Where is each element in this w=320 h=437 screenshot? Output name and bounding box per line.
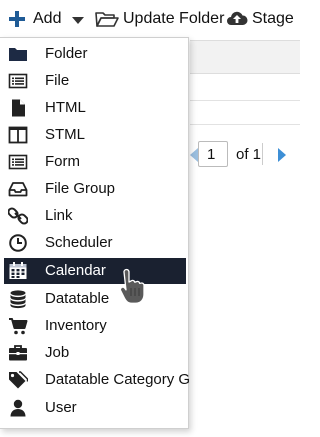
cloud-upload-icon bbox=[226, 9, 248, 27]
database-icon bbox=[8, 289, 28, 309]
stml-columns-icon bbox=[8, 125, 28, 145]
menu-item-link[interactable]: Link bbox=[4, 203, 186, 229]
caret-down-icon[interactable] bbox=[72, 17, 84, 24]
plus-icon bbox=[9, 11, 25, 27]
menu-item-label: Form bbox=[45, 153, 80, 170]
menu-item-datatable[interactable]: Datatable bbox=[4, 286, 186, 312]
cart-icon bbox=[8, 316, 28, 336]
menu-item-datatable-category[interactable]: Datatable Category G bbox=[4, 367, 190, 393]
pagination: of 1 bbox=[190, 140, 300, 170]
menu-item-calendar[interactable]: Calendar bbox=[4, 258, 186, 284]
prev-page-icon[interactable] bbox=[190, 148, 198, 162]
divider bbox=[262, 143, 263, 165]
menu-item-file[interactable]: File bbox=[4, 68, 186, 94]
folder-open-icon bbox=[95, 10, 119, 28]
menu-item-label: File bbox=[45, 72, 70, 89]
page-number-input[interactable] bbox=[198, 141, 228, 167]
tags-icon bbox=[8, 370, 28, 390]
menu-item-stml[interactable]: STML bbox=[4, 122, 186, 148]
inbox-tray-icon bbox=[8, 179, 28, 199]
menu-item-label: Calendar bbox=[45, 262, 106, 279]
menu-item-label: HTML bbox=[45, 99, 86, 116]
link-icon bbox=[8, 206, 28, 226]
menu-item-label: Job bbox=[45, 344, 70, 361]
calendar-icon bbox=[8, 261, 28, 281]
menu-item-label: Datatable bbox=[45, 290, 110, 307]
menu-item-file-group[interactable]: File Group bbox=[4, 176, 186, 202]
menu-item-label: User bbox=[45, 399, 77, 416]
add-label: Add bbox=[33, 10, 62, 27]
hand-cursor-icon bbox=[116, 266, 146, 306]
page-count: of 1 bbox=[236, 146, 262, 163]
menu-item-label: Folder bbox=[45, 45, 88, 62]
folder-icon bbox=[8, 44, 28, 64]
menu-item-form[interactable]: Form bbox=[4, 149, 186, 175]
menu-item-label: File Group bbox=[45, 180, 116, 197]
briefcase-icon bbox=[8, 343, 28, 363]
divider bbox=[190, 124, 300, 125]
menu-item-label: Scheduler bbox=[45, 234, 113, 251]
form-icon bbox=[8, 152, 28, 172]
toolbar: Add Update Folder Stage bbox=[0, 0, 300, 38]
menu-item-html[interactable]: HTML bbox=[4, 95, 186, 121]
menu-item-user[interactable]: User bbox=[4, 395, 186, 421]
menu-item-label: Inventory bbox=[45, 317, 107, 334]
update-folder-label: Update Folder bbox=[123, 10, 225, 27]
table-header bbox=[190, 40, 300, 74]
next-page-icon[interactable] bbox=[278, 148, 286, 162]
menu-item-job[interactable]: Job bbox=[4, 340, 186, 366]
menu-item-label: Datatable Category G bbox=[45, 371, 191, 388]
clock-icon bbox=[8, 233, 28, 253]
divider bbox=[190, 100, 300, 101]
user-icon bbox=[8, 398, 28, 418]
menu-item-label: Link bbox=[45, 207, 73, 224]
add-dropdown-menu: Folder File HTML STML Form File Group Li… bbox=[0, 37, 190, 429]
menu-item-label: STML bbox=[45, 126, 86, 143]
html-page-icon bbox=[8, 98, 28, 118]
menu-item-folder[interactable]: Folder bbox=[4, 41, 186, 67]
add-button[interactable]: Add bbox=[0, 2, 92, 36]
file-list-icon bbox=[8, 71, 28, 91]
menu-item-scheduler[interactable]: Scheduler bbox=[4, 230, 186, 256]
stage-label: Stage bbox=[252, 10, 294, 27]
menu-item-inventory[interactable]: Inventory bbox=[4, 313, 186, 339]
